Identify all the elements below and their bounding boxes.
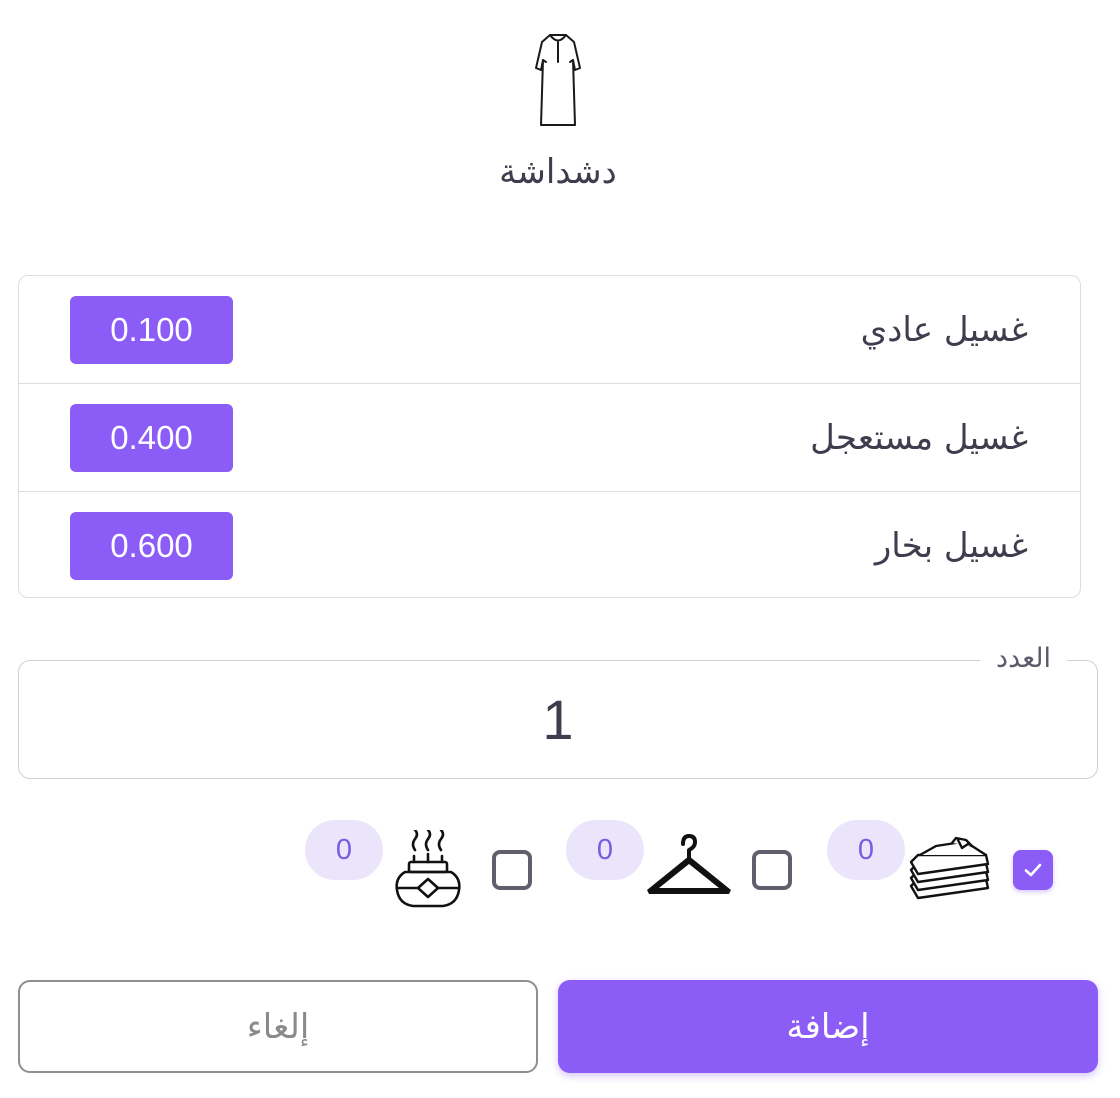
item-title: دشداشة — [499, 152, 617, 192]
service-name: غسيل مستعجل — [810, 417, 1028, 458]
price-badge[interactable]: 0.100 — [70, 295, 233, 364]
service-row-regular[interactable]: غسيل عادي 0.100 — [19, 276, 1080, 384]
incense-burner-count: 0 — [305, 820, 383, 880]
cancel-button[interactable]: إلغاء — [18, 980, 538, 1073]
hanger-icon — [647, 834, 731, 894]
service-list: غسيل عادي 0.100 غسيل مستعجل 0.400 غسيل ب… — [18, 275, 1081, 598]
service-row-urgent[interactable]: غسيل مستعجل 0.400 — [19, 384, 1080, 492]
folded-clothes-checkbox[interactable] — [1013, 850, 1053, 890]
incense-burner-icon — [395, 830, 461, 908]
check-icon — [1024, 863, 1042, 877]
hanger-count: 0 — [566, 820, 644, 880]
service-name: غسيل عادي — [860, 309, 1028, 350]
quantity-input[interactable] — [19, 661, 1097, 778]
service-row-steam[interactable]: غسيل بخار 0.600 — [19, 492, 1080, 600]
item-header: دشداشة — [0, 30, 1116, 192]
add-button[interactable]: إضافة — [558, 980, 1098, 1073]
folded-clothes-count: 0 — [827, 820, 905, 880]
dishdasha-icon — [535, 34, 581, 126]
price-badge[interactable]: 0.600 — [70, 512, 233, 580]
folded-clothes-icon — [909, 836, 990, 900]
service-name: غسيل بخار — [874, 526, 1028, 566]
incense-burner-checkbox[interactable] — [492, 850, 532, 890]
quantity-field: العدد — [18, 643, 1098, 779]
hanger-checkbox[interactable] — [752, 850, 792, 890]
price-badge[interactable]: 0.400 — [70, 403, 233, 472]
